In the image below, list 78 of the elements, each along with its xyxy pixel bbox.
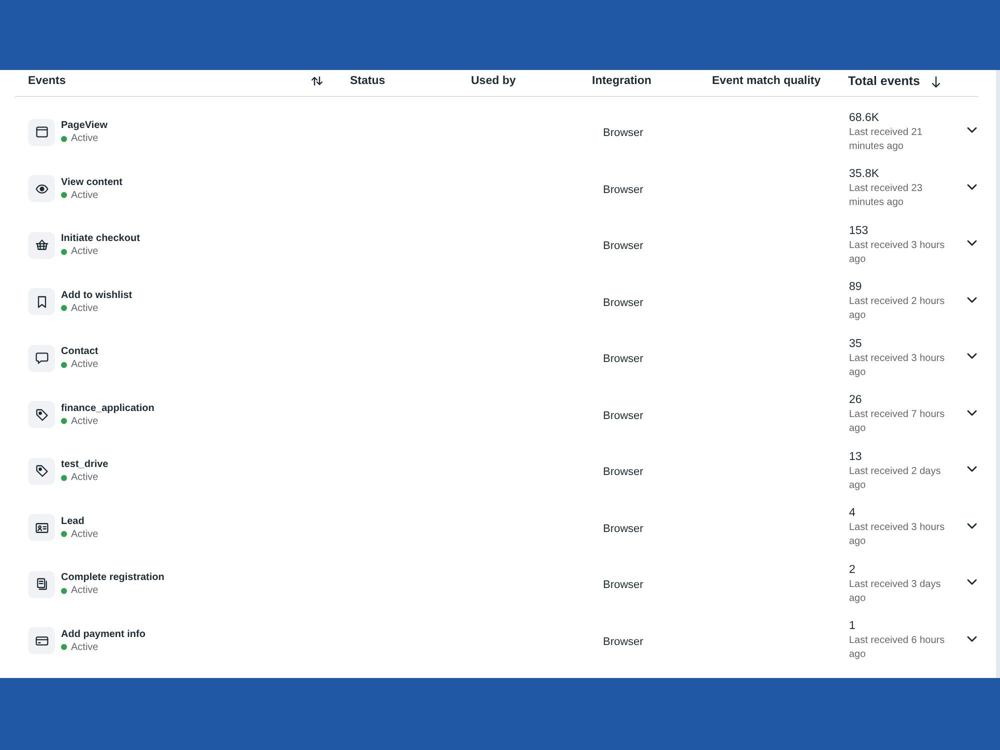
- sort-down-arrow-icon[interactable]: [931, 76, 942, 88]
- event-name: Contact: [61, 345, 98, 358]
- tag-icon: [28, 458, 55, 485]
- chevron-down-icon[interactable]: [967, 410, 977, 416]
- event-name: test_drive: [61, 458, 108, 472]
- event-name: Add payment info: [61, 628, 146, 641]
- browser-window-icon: [28, 118, 55, 146]
- event-name: finance_application: [61, 402, 154, 415]
- integration-label: Browser: [603, 184, 644, 196]
- event-count: 2: [849, 562, 856, 578]
- chevron-down-icon[interactable]: [967, 353, 977, 360]
- last-received-text: Last received 3 hours ago: [849, 521, 946, 550]
- last-received-text: Last received 23 minutes ago: [849, 182, 924, 210]
- integration-label: Browser: [603, 579, 644, 592]
- status-label: Active: [71, 302, 98, 315]
- eye-icon: [28, 175, 55, 202]
- status-label: Active: [71, 414, 98, 428]
- integration-label: Browser: [603, 296, 644, 309]
- last-received-text: Last received 3 hours ago: [849, 352, 946, 380]
- status-label: Active: [71, 358, 98, 372]
- last-received-text: Last received 3 hours ago: [849, 238, 946, 267]
- event-name: Complete registration: [61, 571, 164, 584]
- chevron-down-icon[interactable]: [967, 240, 977, 246]
- chevron-down-icon[interactable]: [967, 127, 977, 134]
- event-count: 35.8K: [849, 167, 880, 182]
- integration-label: Browser: [603, 522, 644, 535]
- bookmark-icon: [28, 288, 55, 316]
- last-received-text: Last received 21 minutes ago: [849, 126, 924, 154]
- event-name: Initiate checkout: [61, 232, 140, 246]
- event-name: View content: [61, 176, 122, 189]
- id-card-icon: [28, 514, 55, 542]
- status-label: Active: [71, 471, 98, 484]
- chevron-down-icon[interactable]: [967, 466, 977, 472]
- integration-label: Browser: [603, 127, 644, 140]
- status-label: Active: [71, 132, 98, 146]
- event-count: 13: [849, 450, 863, 465]
- event-name: Add to wishlist: [61, 288, 132, 302]
- event-count: 1: [849, 619, 856, 634]
- event-name: Lead: [61, 514, 86, 528]
- status-label: Active: [71, 640, 98, 654]
- last-received-text: Last received 7 hours ago: [849, 408, 946, 436]
- status-label: Active: [71, 245, 98, 258]
- column-header: Event match quality: [712, 74, 821, 89]
- column-header: Integration: [592, 74, 652, 89]
- last-received-text: Last received 2 hours ago: [849, 295, 946, 324]
- chevron-down-icon[interactable]: [967, 296, 977, 303]
- chevron-down-icon[interactable]: [967, 636, 977, 642]
- credit-card-icon: [28, 627, 55, 654]
- event-count: 153: [849, 224, 870, 239]
- event-count: 68.6K: [849, 110, 880, 126]
- last-received-text: Last received 3 days ago: [849, 578, 942, 606]
- event-count: 26: [849, 393, 863, 408]
- last-received-text: Last received 6 hours ago: [849, 634, 946, 662]
- chevron-down-icon[interactable]: [967, 579, 977, 586]
- integration-label: Browser: [603, 410, 644, 422]
- tag-icon: [28, 401, 55, 428]
- event-count: 35: [849, 336, 863, 352]
- chevron-down-icon[interactable]: [967, 184, 977, 190]
- last-received-text: Last received 2 days ago: [849, 464, 942, 493]
- sort-arrows-icon[interactable]: [311, 76, 323, 86]
- integration-label: Browser: [603, 353, 644, 366]
- column-header: Status: [350, 74, 386, 89]
- column-header: Total events: [848, 73, 920, 89]
- documents-icon: [28, 570, 55, 598]
- column-header: Events: [28, 74, 66, 89]
- event-count: 89: [849, 280, 863, 296]
- status-label: Active: [71, 584, 98, 598]
- event-name: PageView: [61, 119, 108, 132]
- status-label: Active: [71, 528, 98, 541]
- integration-label: Browser: [603, 636, 644, 648]
- integration-label: Browser: [603, 466, 644, 478]
- chevron-down-icon[interactable]: [967, 522, 977, 529]
- status-label: Active: [71, 188, 98, 202]
- integration-label: Browser: [603, 240, 644, 252]
- column-header: Used by: [471, 74, 516, 89]
- basket-icon: [28, 232, 55, 259]
- event-count: 4: [849, 506, 856, 522]
- speech-bubble-icon: [28, 344, 55, 372]
